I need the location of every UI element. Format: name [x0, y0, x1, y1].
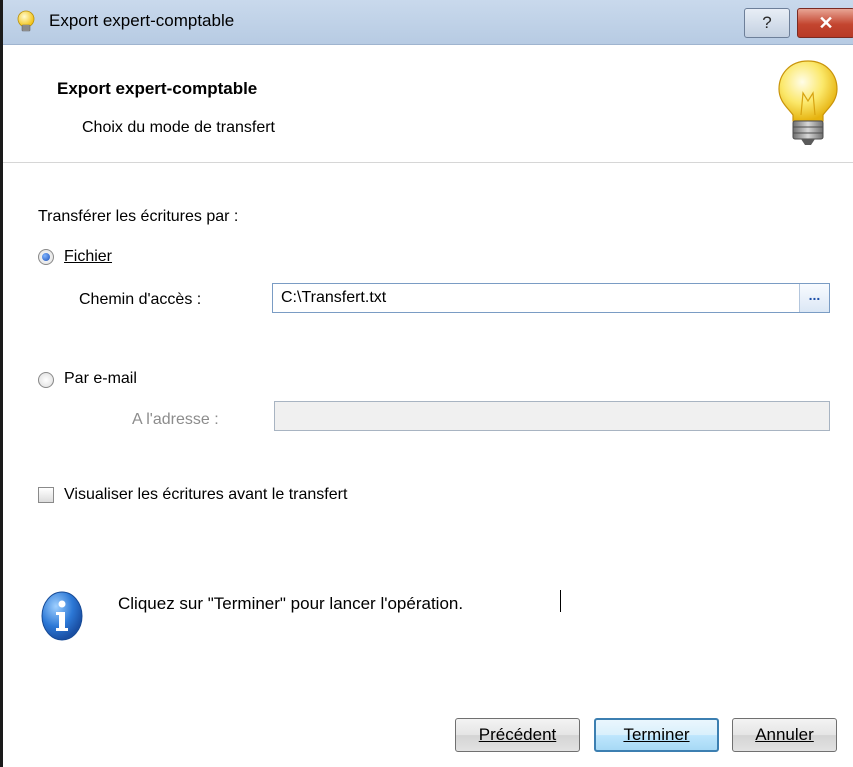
- file-radio-text: Fichier: [64, 248, 113, 265]
- window-title: Export expert-comptable: [49, 11, 235, 30]
- info-message: Cliquez sur "Terminer" pour lancer l'opé…: [118, 594, 464, 613]
- previous-button[interactable]: Précédent: [455, 718, 580, 752]
- help-button[interactable]: ?: [744, 8, 790, 38]
- email-radio-label[interactable]: Par e-mail: [64, 370, 137, 388]
- text-caret: [560, 590, 561, 612]
- path-input[interactable]: C:\Transfert.txt ...: [272, 283, 830, 313]
- title-bar[interactable]: Export expert-comptable ? ✕: [3, 0, 853, 45]
- cancel-button-label: Annuler: [755, 725, 814, 744]
- lightbulb-icon: [778, 60, 838, 145]
- path-label: Chemin d'accès :: [79, 291, 202, 308]
- lightbulb-icon: [17, 10, 35, 32]
- finish-button[interactable]: Terminer: [594, 718, 719, 752]
- browse-button[interactable]: ...: [799, 284, 829, 312]
- email-radio[interactable]: [38, 372, 54, 388]
- wizard-header: Export expert-comptable Choix du mode de…: [3, 45, 853, 163]
- header-subtitle: Choix du mode de transfert: [82, 119, 275, 136]
- transfer-label: Transférer les écritures par :: [38, 208, 239, 225]
- close-button[interactable]: ✕: [797, 8, 853, 38]
- path-input-value: C:\Transfert.txt: [281, 289, 387, 306]
- finish-button-label: Terminer: [623, 725, 690, 744]
- header-title: Export expert-comptable: [57, 79, 258, 98]
- preview-checkbox[interactable]: [38, 487, 54, 503]
- cancel-button[interactable]: Annuler: [732, 718, 837, 752]
- file-radio-label[interactable]: Fichier: [64, 248, 112, 266]
- info-icon: [41, 591, 83, 641]
- file-radio[interactable]: [38, 249, 54, 265]
- preview-checkbox-label[interactable]: Visualiser les écritures avant le transf…: [64, 486, 347, 504]
- address-label: A l'adresse :: [132, 411, 219, 428]
- address-input[interactable]: [274, 401, 830, 431]
- email-radio-text: Par e-mail: [64, 370, 137, 387]
- previous-button-label: Précédent: [478, 725, 557, 744]
